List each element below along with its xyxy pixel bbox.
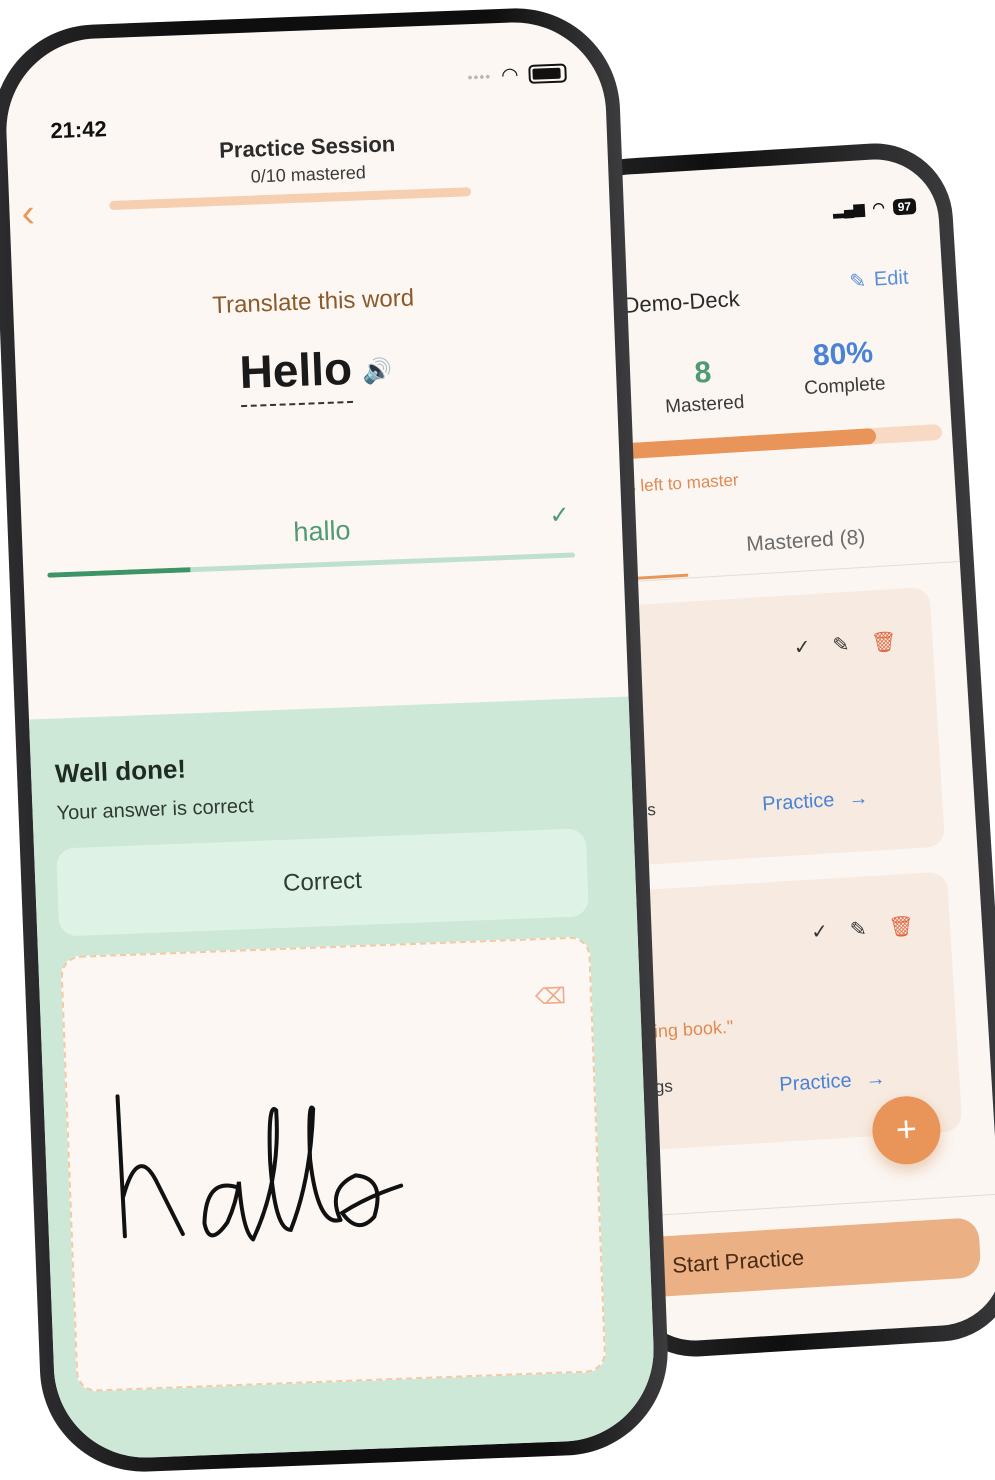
card-actions: ✓ ✎ 🗑	[810, 913, 915, 945]
mastered-stat: 8 Mastered	[637, 352, 770, 420]
prompt-text: Translate this word	[211, 284, 415, 320]
answer-text[interactable]: hallo	[22, 505, 623, 559]
answer-underline	[47, 552, 576, 578]
complete-percent: 80%	[811, 335, 874, 373]
start-practice-button[interactable]: Start Practice	[618, 1217, 982, 1299]
result-title: Well done!	[54, 753, 187, 789]
tab-divider	[588, 560, 960, 585]
trash-icon[interactable]: 🗑	[888, 913, 915, 940]
practice-label: Practice	[761, 789, 836, 816]
check-icon[interactable]: ✓	[793, 634, 811, 660]
wifi-icon: ◠	[500, 64, 520, 87]
edit-button[interactable]: ✎ Edit	[849, 266, 910, 295]
complete-stat: 80% Complete	[772, 333, 915, 401]
deck-progress-bar	[609, 423, 943, 461]
complete-label: Complete	[803, 373, 887, 400]
practice-link[interactable]: Practice →	[779, 1067, 886, 1096]
check-icon[interactable]: ✓	[810, 919, 829, 945]
card-actions: ✓ ✎ 🗑	[793, 629, 897, 660]
target-word: Hello	[238, 340, 354, 408]
arrow-right-icon: →	[847, 787, 870, 811]
result-message: Your answer is correct	[56, 794, 255, 825]
signal-icon: ••••	[467, 67, 492, 85]
practice-label: Practice	[778, 1069, 853, 1096]
deck-title: Demo-Deck	[622, 285, 741, 319]
bottom-divider	[627, 1193, 995, 1218]
edit-label: Edit	[873, 266, 910, 291]
mastered-count: 8	[693, 355, 713, 390]
status-bar: •••• ◠	[467, 60, 567, 89]
status-bar: ▂▄▆ ◠ 97	[833, 197, 917, 219]
deck-progress-fill	[609, 427, 877, 461]
back-chevron-icon[interactable]: ‹	[21, 191, 36, 236]
pencil-icon[interactable]: ✎	[832, 632, 850, 658]
signal-icon: ▂▄▆	[832, 200, 865, 219]
tab-mastered[interactable]: Mastered (8)	[746, 526, 866, 557]
check-icon: ✓	[548, 501, 571, 530]
clear-backspace-icon[interactable]: ⌫	[534, 983, 566, 1010]
status-time: 21:42	[49, 116, 108, 144]
answer-progress-fill	[47, 567, 191, 578]
battery-icon	[528, 63, 567, 84]
session-screen: 21:42 •••• ◠ ‹ Practice Session 0/10 mas…	[2, 19, 658, 1461]
wifi-icon: ◠	[871, 198, 886, 216]
session-phone: 21:42 •••• ◠ ‹ Practice Session 0/10 mas…	[0, 4, 672, 1476]
arrow-right-icon: →	[864, 1067, 887, 1091]
speaker-icon[interactable]: 🔊	[362, 356, 393, 386]
pencil-icon: ✎	[848, 270, 867, 294]
word-row: Hello 🔊	[15, 331, 617, 416]
practice-link[interactable]: Practice →	[762, 787, 869, 816]
pencil-icon[interactable]: ✎	[849, 916, 867, 942]
result-panel: Well done! Your answer is correct Correc…	[28, 696, 658, 1461]
mastered-label: Mastered	[664, 391, 745, 418]
battery-icon: 97	[892, 197, 917, 215]
handwriting-pad[interactable]: ⌫	[60, 936, 607, 1393]
trash-icon[interactable]: 🗑	[870, 629, 898, 656]
handwriting-ink	[115, 1094, 404, 1242]
correct-button[interactable]: Correct	[55, 828, 589, 937]
word-card[interactable]: ✓ ✎ 🗑 ngs Practice →	[609, 586, 946, 866]
